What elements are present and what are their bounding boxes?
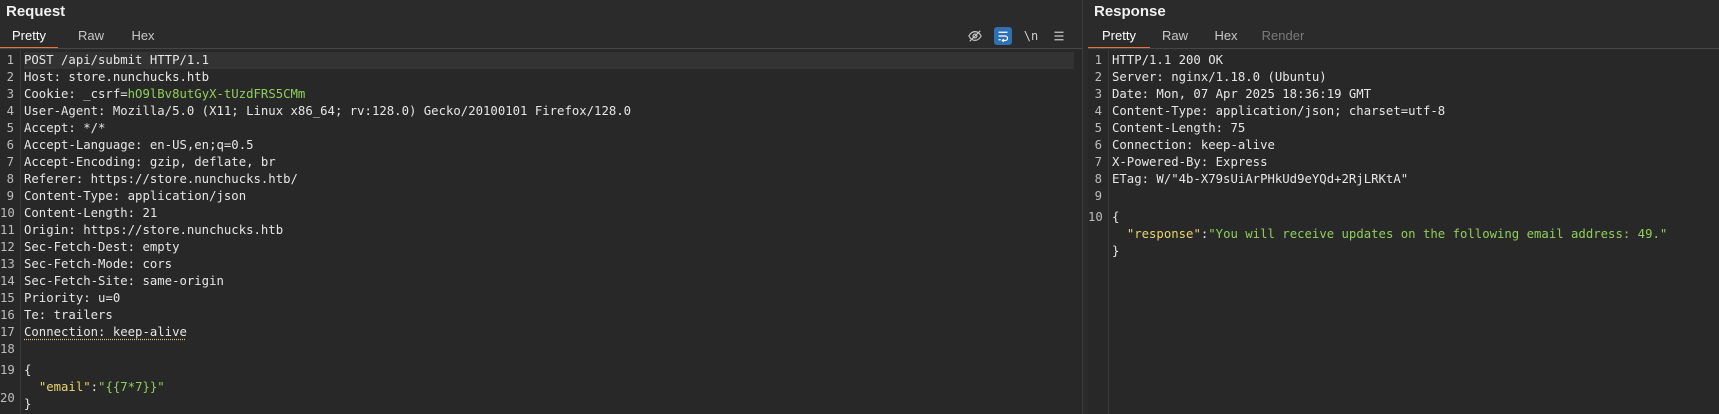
pane-divider[interactable] [1082,0,1083,414]
response-line: 5 Content-Length: 75 [1094,121,1246,135]
wrap-lines-icon[interactable] [994,27,1012,45]
response-pane: Response Pretty Raw Hex Render 1 HTTP/1.1… [1088,0,1719,414]
json-key: "response" [1126,227,1201,241]
response-tab-divider [1088,48,1719,49]
response-line: 10{ [1088,210,1120,224]
response-line: } [1112,244,1120,258]
tab-request-pretty[interactable]: Pretty [0,24,58,49]
csrf-cookie-value: hO9lBv8utGyX-tUzdFRS5CMm [127,87,306,101]
menu-icon[interactable] [1050,27,1068,45]
request-line: 3 Cookie: _csrf=hO9lBv8utGyX-tUzdFRS5CMm [6,87,306,101]
response-title: Response [1094,3,1166,20]
request-line: 20} [0,391,32,411]
request-line: 10 Content-Length: 21 [0,206,158,220]
response-line: 1 HTTP/1.1 200 OK [1094,53,1224,67]
request-pane: Request Pretty Raw Hex \n 1 POST /api/sub… [0,0,1082,414]
request-line: 8 Referer: https://store.nunchucks.htb/ [6,172,298,186]
request-line: 17 Connection: keep-alive [0,325,187,339]
request-line: 13 Sec-Fetch-Mode: cors [0,257,173,271]
response-line: 3 Date: Mon, 07 Apr 2025 18:36:19 GMT [1094,87,1372,101]
request-line: 7 Accept-Encoding: gzip, deflate, br [6,155,276,169]
tab-response-render[interactable]: Render [1258,24,1308,48]
response-line: 2 Server: nginx/1.18.0 (Ubuntu) [1094,70,1327,84]
request-json-line: "email":"{{7*7}}" [38,380,165,394]
request-tabs: Pretty Raw Hex [0,24,1082,49]
request-line: 2 Host: store.nunchucks.htb [6,70,210,84]
request-line: 18 [0,342,15,356]
tab-request-hex[interactable]: Hex [128,24,158,48]
request-line: 5 Accept: */* [6,121,106,135]
response-line: 7 X-Powered-By: Express [1094,155,1268,169]
request-line: 1 POST /api/submit HTTP/1.1 [7,52,1074,69]
request-toolbar: \n [966,27,1068,45]
response-json-line: "response":"You will receive updates on … [1126,227,1668,241]
tab-response-raw[interactable]: Raw [1158,24,1192,48]
tab-request-raw[interactable]: Raw [74,24,108,48]
json-value: "You will receive updates on the followi… [1208,227,1668,241]
response-code: 1 HTTP/1.1 200 OK 2 Server: nginx/1.18.0 (… [1088,52,1719,260]
request-line: 6 Accept-Language: en-US,en;q=0.5 [6,138,254,152]
json-value: "{{7*7}}" [98,380,165,394]
request-line: 15 Priority: u=0 [0,291,121,305]
request-title: Request [6,3,66,20]
request-line: 4 User-Agent: Mozilla/5.0 (X11; Linux x86… [6,104,632,118]
response-line: 9 [1094,189,1102,203]
tab-response-pretty[interactable]: Pretty [1088,24,1150,49]
request-line: 12 Sec-Fetch-Dest: empty [0,240,180,254]
response-line: 6 Connection: keep-alive [1094,138,1275,152]
request-line: 19{ [0,363,32,377]
request-line: 9 Content-Type: application/json [6,189,247,203]
request-editor[interactable]: 1 POST /api/submit HTTP/1.1 2 Host: store.… [0,50,1082,414]
response-editor[interactable]: 1 HTTP/1.1 200 OK 2 Server: nginx/1.18.0 (… [1088,50,1719,414]
response-tabs: Pretty Raw Hex Render [1088,24,1719,49]
json-key: "email" [38,380,91,394]
newline-icon[interactable]: \n [1022,27,1040,45]
request-line: 11 Origin: https://store.nunchucks.htb [0,223,284,237]
request-line: 16 Te: trailers [0,308,113,322]
request-tab-divider [0,48,1082,49]
tab-response-hex[interactable]: Hex [1211,24,1241,48]
request-line: 14 Sec-Fetch-Site: same-origin [0,274,224,288]
response-line: 4 Content-Type: application/json; charset… [1094,104,1446,118]
response-line: 8 ETag: W/"4b-X79sUiArPHkUd9eYQd+2RjLRKtA… [1094,172,1409,186]
eye-slash-icon[interactable] [966,27,984,45]
request-code: 1 POST /api/submit HTTP/1.1 2 Host: store.… [0,52,1082,413]
